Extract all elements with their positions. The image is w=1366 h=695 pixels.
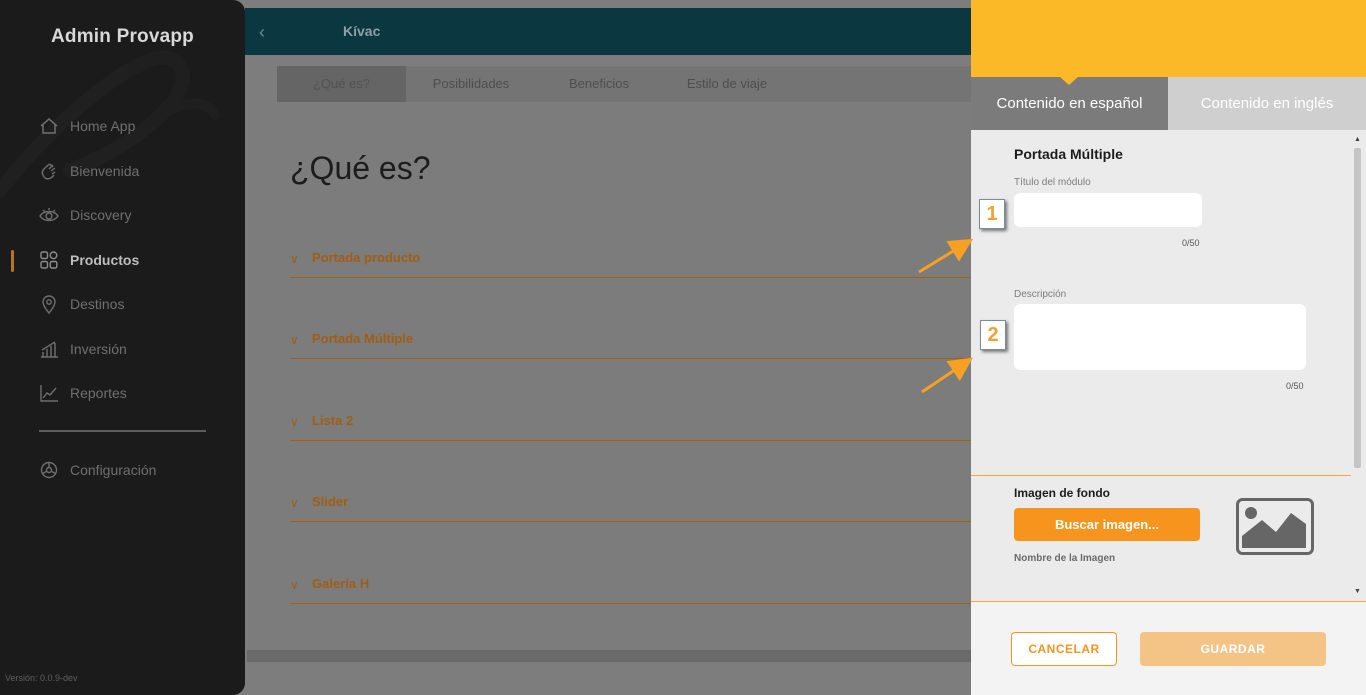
chevron-down-icon: ∨: [290, 333, 299, 347]
eye-icon: [38, 204, 60, 226]
image-placeholder-icon: [1236, 498, 1314, 555]
active-nav-marker: [11, 250, 14, 272]
titulo-label: Título del módulo: [1014, 177, 1091, 188]
bar-chart-icon: [38, 338, 60, 360]
sidebar-item-label: Home App: [70, 118, 136, 134]
accordion-galeria-h[interactable]: ∨ Galería H: [290, 574, 971, 604]
scroll-down-arrow-icon[interactable]: ▼: [1353, 588, 1362, 596]
imagen-nombre-label: Nombre de la Imagen: [1014, 553, 1116, 564]
descripcion-textarea[interactable]: [1014, 304, 1306, 370]
descripcion-label: Descripción: [1014, 289, 1067, 300]
tab-beneficios[interactable]: Beneficios: [536, 66, 662, 102]
chevron-down-icon: ∨: [290, 415, 299, 429]
chevron-down-icon: ∨: [290, 252, 299, 266]
chevron-left-icon[interactable]: ‹: [259, 22, 265, 43]
wave-hand-icon: [38, 160, 60, 182]
sidebar-item-bienvenida[interactable]: Bienvenida: [38, 158, 139, 184]
sidebar-item-label: Configuración: [70, 462, 157, 478]
content-footer-strip: [247, 650, 971, 662]
section-title: Portada Múltiple: [1014, 146, 1123, 162]
buscar-imagen-button[interactable]: Buscar imagen...: [1014, 508, 1200, 541]
line-chart-icon: [38, 382, 60, 404]
scrollbar-thumb[interactable]: [1354, 148, 1361, 468]
accordion-slider[interactable]: ∨ Slider: [290, 492, 971, 522]
titulo-input[interactable]: [1014, 193, 1202, 227]
sidebar-item-reportes[interactable]: Reportes: [38, 380, 127, 406]
sidebar-item-label: Discovery: [70, 207, 132, 223]
gear-icon: [38, 459, 60, 481]
page-title: ¿Qué es?: [290, 150, 431, 186]
accordion-label: Galería H: [312, 576, 370, 591]
sidebar-item-productos[interactable]: Productos: [38, 247, 139, 273]
accordion-label: Portada Múltiple: [312, 331, 414, 346]
save-button[interactable]: GUARDAR: [1140, 632, 1326, 666]
tab-estilo-de-viaje[interactable]: Estilo de viaje: [662, 66, 792, 102]
tab-contenido-ingles[interactable]: Contenido en inglés: [1168, 77, 1366, 130]
scrollbar[interactable]: ▲ ▼: [1353, 136, 1362, 596]
home-icon: [38, 115, 60, 137]
sidebar-item-home-app[interactable]: Home App: [38, 113, 135, 139]
chevron-down-icon: ∨: [290, 496, 299, 510]
section-tabs: ¿Qué es? Posibilidades Beneficios Estilo…: [277, 66, 971, 102]
sidebar-item-label: Destinos: [70, 296, 125, 312]
location-pin-icon: [38, 293, 60, 315]
tab-posibilidades[interactable]: Posibilidades: [406, 66, 536, 102]
accordion-label: Portada producto: [312, 250, 421, 265]
sidebar-item-configuracion[interactable]: Configuración: [38, 457, 156, 483]
annotation-marker-1: 1: [979, 199, 1005, 229]
sidebar-item-label: Reportes: [70, 385, 127, 401]
form-scroll-area: Portada Múltiple Título del módulo 0/50 …: [971, 130, 1366, 602]
sidebar: Admin Provapp Home App Bienvenida Discov…: [0, 0, 245, 695]
sidebar-item-destinos[interactable]: Destinos: [38, 291, 124, 317]
sidebar-item-label: Productos: [70, 252, 140, 268]
panel-header: [971, 0, 1366, 77]
chevron-down-icon: ∨: [290, 578, 299, 592]
sidebar-divider: [39, 430, 206, 432]
accordion-label: Lista 2: [312, 413, 354, 428]
sidebar-item-inversion[interactable]: Inversión: [38, 336, 127, 362]
accordion-portada-producto[interactable]: ∨ Portada producto: [290, 248, 971, 278]
imagen-fondo-title: Imagen de fondo: [1014, 486, 1110, 500]
sidebar-item-discovery[interactable]: Discovery: [38, 202, 131, 228]
descripcion-char-count: 0/50: [1286, 381, 1304, 391]
tab-que-es[interactable]: ¿Qué es?: [277, 66, 406, 102]
scroll-up-arrow-icon[interactable]: ▲: [1353, 136, 1362, 144]
sidebar-item-label: Bienvenida: [70, 163, 140, 179]
accordion-portada-multiple[interactable]: ∨ Portada Múltiple: [290, 329, 971, 359]
cancel-button[interactable]: CANCELAR: [1011, 632, 1117, 666]
active-tab-notch: [1060, 77, 1078, 85]
accordion-lista-2[interactable]: ∨ Lista 2: [290, 411, 971, 441]
page-header-title: Kívac: [343, 23, 381, 39]
section-divider: [971, 475, 1351, 476]
grid-icon: [38, 249, 60, 271]
top-bar: ‹ Kívac: [245, 8, 971, 55]
version-label: Versión: 0.0.9-dev: [5, 673, 78, 683]
sidebar-item-label: Inversión: [70, 341, 127, 357]
edit-panel: Contenido en español Contenido en inglés…: [971, 0, 1366, 695]
annotation-marker-2: 2: [980, 320, 1006, 350]
brand-title: Admin Provapp: [50, 26, 194, 47]
accordion-label: Slider: [312, 494, 349, 509]
titulo-char-count: 0/50: [1182, 238, 1200, 248]
